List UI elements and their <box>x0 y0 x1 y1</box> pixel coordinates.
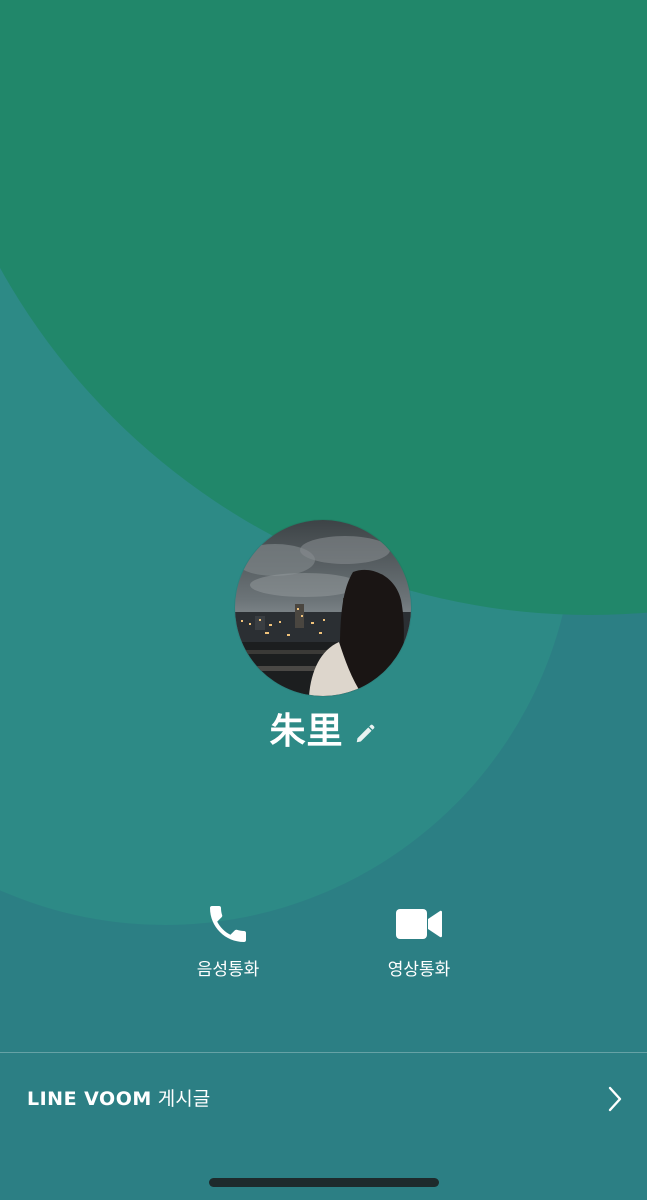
voice-call-label: 음성통화 <box>196 960 260 980</box>
line-voom-posts-label: LINE VOOM 게시글 <box>27 1085 210 1113</box>
home-indicator <box>209 1178 439 1187</box>
profile-name-row: 朱里 <box>0 706 647 758</box>
line-voom-brand: LINE VOOM <box>27 1088 152 1110</box>
pencil-icon[interactable] <box>352 721 378 747</box>
profile-avatar[interactable] <box>235 520 411 696</box>
avatar-photo <box>235 520 411 696</box>
phone-icon <box>168 896 288 952</box>
video-call-label: 영상통화 <box>387 960 451 980</box>
video-call-button[interactable]: 영상통화 <box>359 896 479 992</box>
profile-name: 朱里 <box>269 711 344 752</box>
voice-call-button[interactable]: 음성통화 <box>168 896 288 992</box>
line-voom-posts-link[interactable]: LINE VOOM 게시글 <box>0 1053 647 1145</box>
chevron-right-icon <box>608 1086 622 1112</box>
line-voom-suffix: 게시글 <box>151 1088 211 1110</box>
video-camera-icon <box>359 896 479 952</box>
